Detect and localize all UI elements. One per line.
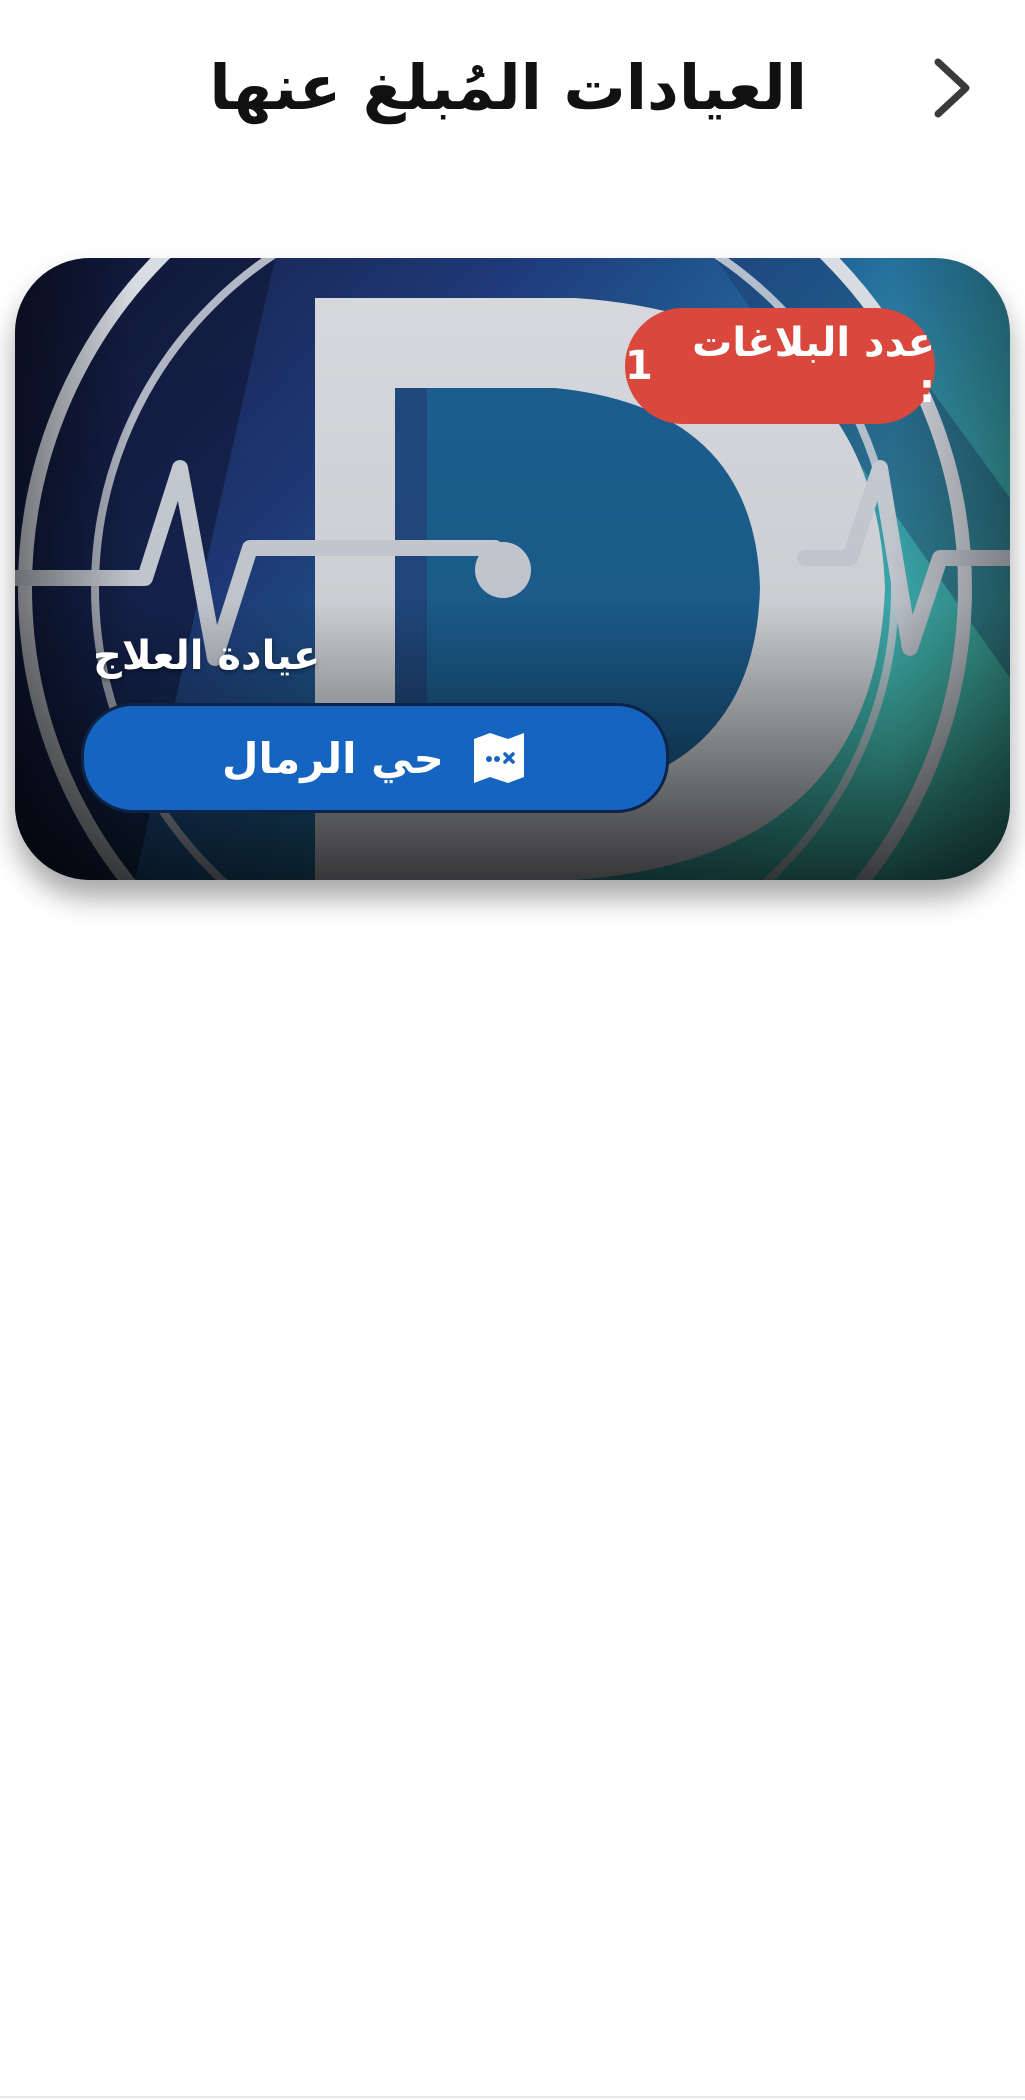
clinic-card[interactable]: عدد البلاغات : 1 عيادة العلاج حي الرمال [15, 258, 1010, 880]
location-label: حي الرمال [222, 733, 444, 783]
reports-count-value: 1 [625, 343, 653, 389]
app-header: العيادات المُبلغ عنها [0, 0, 1025, 180]
map-icon [470, 729, 528, 787]
chevron-right-icon [934, 58, 970, 118]
reports-count-label: عدد البلاغات : [692, 320, 935, 412]
page-title: العيادات المُبلغ عنها [209, 51, 807, 124]
reported-clinics-page: العيادات المُبلغ عنها عدد البلاغات: 1 ع… [0, 0, 1025, 2100]
reports-count-badge: عدد البلاغات : 1 [625, 308, 935, 424]
clinic-name: عيادة العلاج [93, 633, 321, 679]
bottom-divider [0, 2096, 1025, 2098]
location-button[interactable]: حي الرمال [81, 703, 669, 813]
back-button[interactable] [912, 48, 992, 128]
